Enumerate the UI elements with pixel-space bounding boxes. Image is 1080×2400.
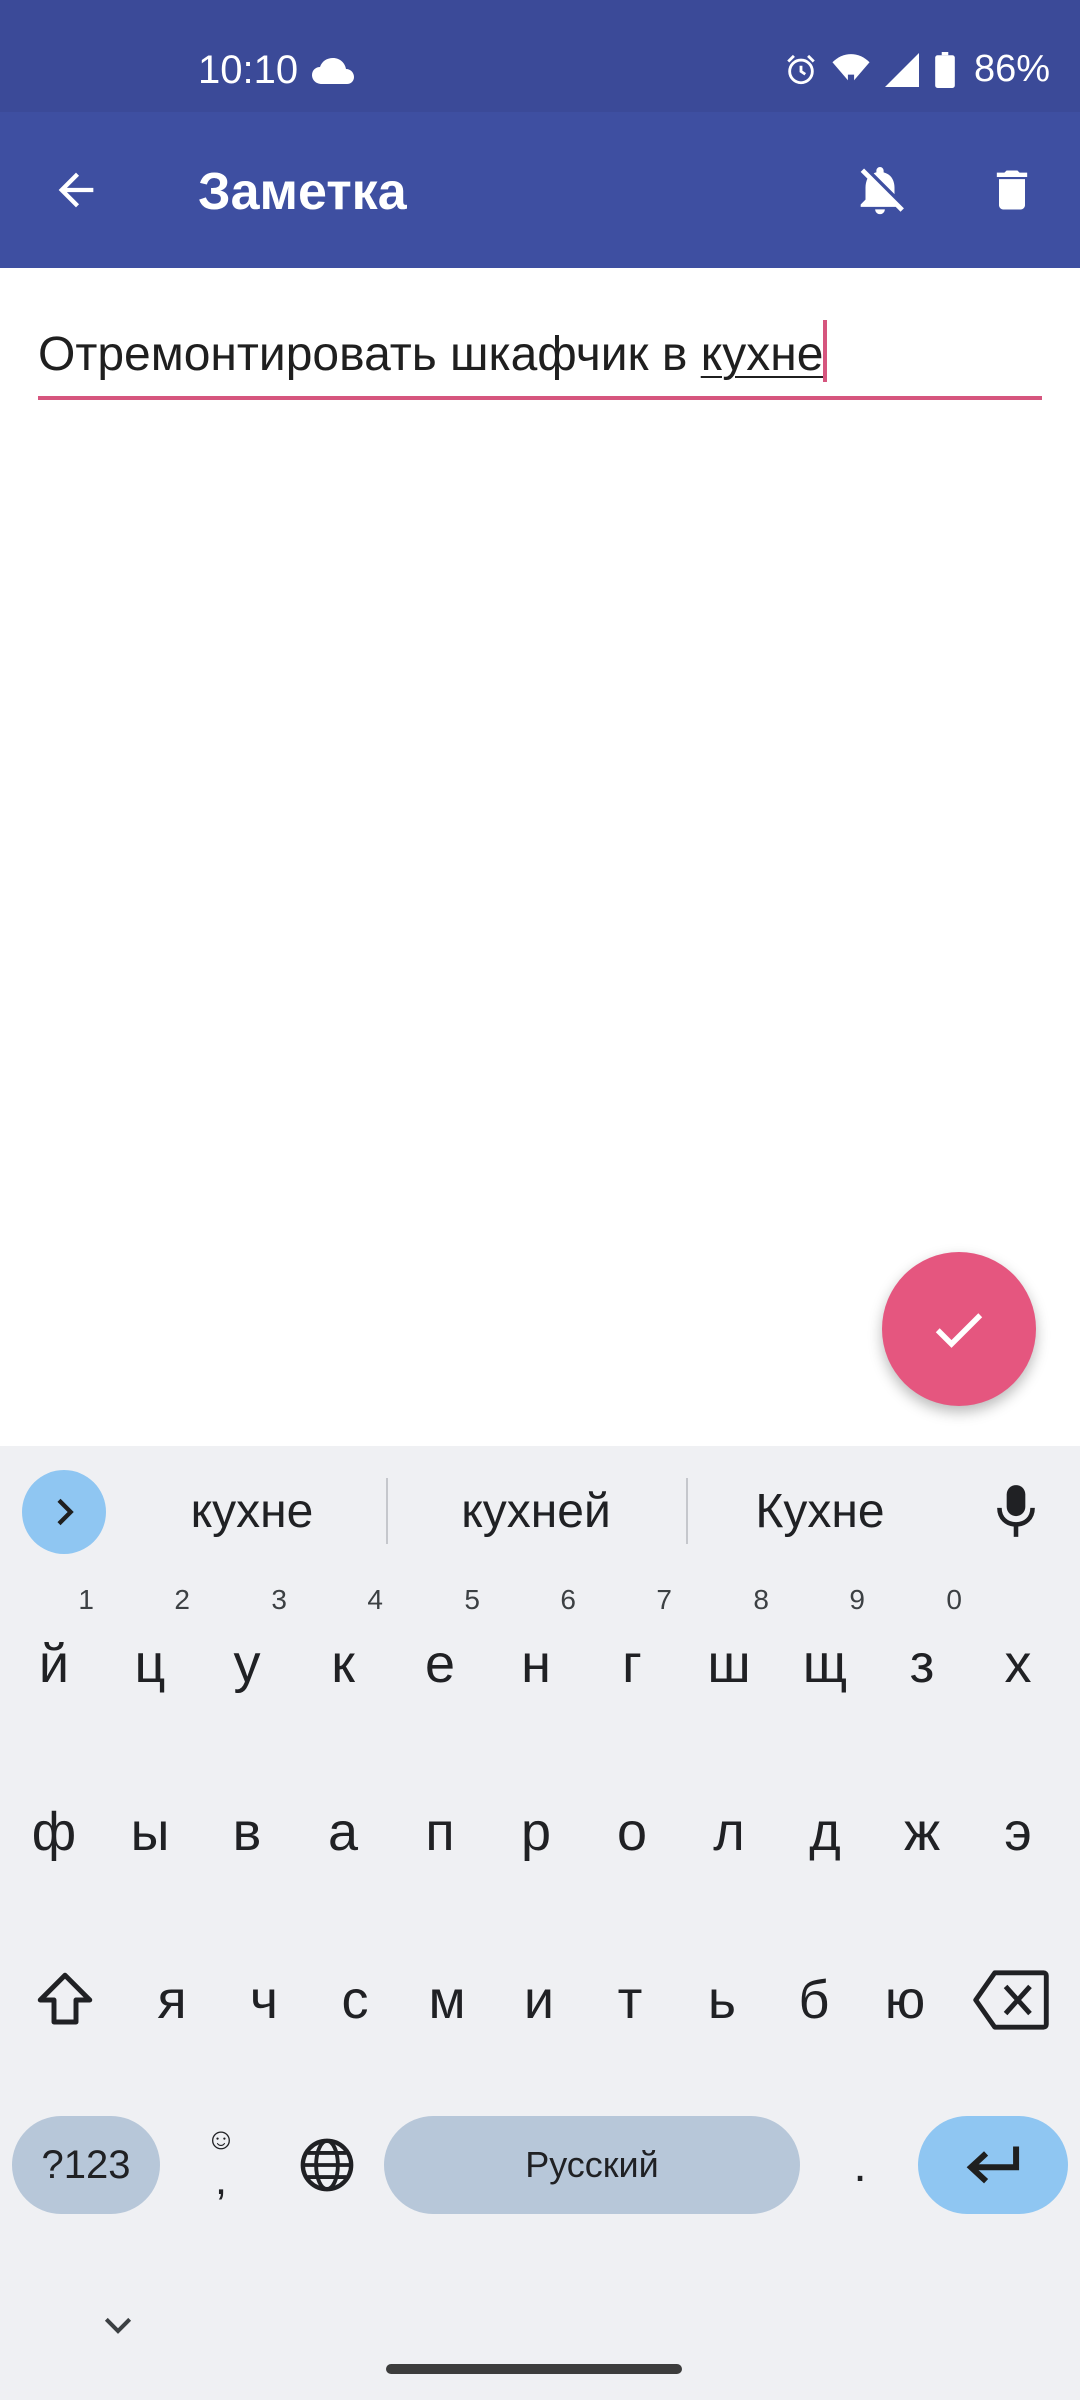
- key[interactable]: н6: [488, 1584, 584, 1744]
- globe-icon: [300, 2138, 354, 2192]
- key[interactable]: ц2: [102, 1584, 198, 1744]
- key[interactable]: л: [681, 1752, 777, 1912]
- mic-icon: [997, 1485, 1035, 1537]
- key[interactable]: д: [777, 1752, 873, 1912]
- composing-word: кухне: [700, 328, 824, 381]
- key-row-3: я ч с м и т ь б ю: [0, 1920, 1080, 2080]
- key[interactable]: у3: [199, 1584, 295, 1744]
- suggestion-divider: [386, 1478, 388, 1544]
- space-key[interactable]: Русский: [384, 2116, 800, 2214]
- suggestion-2[interactable]: кухней: [410, 1484, 662, 1539]
- keyboard: кухне кухней Кухне й1 ц2 у3 к4 е5 н6 г7 …: [0, 1446, 1080, 2400]
- suggestion-strip: кухне кухней Кухне: [0, 1446, 1080, 1576]
- key[interactable]: т: [582, 1920, 678, 2080]
- key[interactable]: ь: [674, 1920, 770, 2080]
- alarm-icon: [787, 54, 815, 84]
- backspace-icon: [973, 1970, 1049, 2030]
- check-icon: [935, 1313, 983, 1348]
- key[interactable]: ж: [874, 1752, 970, 1912]
- status-time: 10:10: [198, 48, 299, 92]
- key[interactable]: и: [491, 1920, 587, 2080]
- key[interactable]: в: [199, 1752, 295, 1912]
- arrow-back-icon: [58, 172, 94, 208]
- suggestion-1[interactable]: кухне: [140, 1484, 364, 1539]
- battery-percent: 86%: [973, 48, 1050, 90]
- enter-icon: [966, 2146, 1020, 2184]
- comma-label: ,: [214, 2155, 228, 2204]
- key[interactable]: п: [392, 1752, 488, 1912]
- cloud-icon: [312, 58, 354, 84]
- shift-icon: [37, 1972, 93, 2025]
- period-key[interactable]: .: [830, 2116, 890, 2214]
- chevron-right-icon: [57, 1498, 74, 1526]
- key[interactable]: к4: [295, 1584, 391, 1744]
- text-cursor: [823, 320, 828, 382]
- key[interactable]: е5: [392, 1584, 488, 1744]
- key[interactable]: э: [970, 1752, 1066, 1912]
- key[interactable]: р: [488, 1752, 584, 1912]
- key[interactable]: с: [307, 1920, 403, 2080]
- symbols-key[interactable]: ?123: [12, 2116, 160, 2214]
- key[interactable]: б: [766, 1920, 862, 2080]
- voice-input-button[interactable]: [984, 1480, 1048, 1544]
- suggestion-divider: [686, 1478, 688, 1544]
- key[interactable]: ю: [857, 1920, 953, 2080]
- note-text-field[interactable]: Отремонтировать шкафчик в кухне: [38, 320, 1042, 400]
- battery-icon: [935, 51, 955, 88]
- key[interactable]: ы: [102, 1752, 198, 1912]
- back-button[interactable]: [36, 150, 116, 230]
- key[interactable]: й1: [6, 1584, 102, 1744]
- status-icons: 86%: [784, 48, 1050, 91]
- key[interactable]: ч: [216, 1920, 312, 2080]
- key[interactable]: а: [295, 1752, 391, 1912]
- chevron-down-icon: [104, 2317, 132, 2334]
- page-title: Заметка: [198, 163, 407, 221]
- keyboard-expand-button[interactable]: [22, 1470, 106, 1554]
- key[interactable]: м: [399, 1920, 495, 2080]
- key[interactable]: я: [124, 1920, 220, 2080]
- app-bar: Заметка: [0, 112, 1080, 268]
- hide-keyboard-button[interactable]: [88, 2304, 148, 2348]
- key-row-2: ф ы в а п р о л д ж э: [0, 1752, 1080, 1912]
- delete-icon: [996, 170, 1028, 210]
- shift-key[interactable]: [10, 1920, 120, 2080]
- key[interactable]: х: [970, 1584, 1066, 1744]
- home-indicator[interactable]: [386, 2364, 682, 2374]
- emoji-icon: ☺: [205, 2123, 237, 2156]
- enter-key[interactable]: [918, 2116, 1068, 2214]
- key[interactable]: щ9: [777, 1584, 873, 1744]
- status-bar: 10:10 86%: [0, 0, 1080, 112]
- wifi-icon: [832, 53, 870, 87]
- backspace-key[interactable]: [956, 1920, 1066, 2080]
- key-row-1: й1 ц2 у3 к4 е5 н6 г7 ш8 щ9 з0 х: [0, 1584, 1080, 1744]
- comma-emoji-key[interactable]: ☺ ,: [186, 2110, 256, 2220]
- bell-off-icon: [860, 167, 904, 215]
- delete-button[interactable]: [972, 150, 1052, 230]
- key[interactable]: о: [584, 1752, 680, 1912]
- note-text: Отремонтировать шкафчик в: [38, 328, 701, 381]
- signal-icon: [884, 52, 919, 87]
- key[interactable]: ш8: [681, 1584, 777, 1744]
- save-fab[interactable]: [882, 1252, 1036, 1406]
- reminder-off-button[interactable]: [840, 150, 920, 230]
- suggestion-3[interactable]: Кухне: [706, 1484, 934, 1539]
- key-row-bottom: ?123 ☺ , Русский .: [0, 2110, 1080, 2230]
- key[interactable]: г7: [584, 1584, 680, 1744]
- key[interactable]: ф: [6, 1752, 102, 1912]
- key[interactable]: з0: [874, 1584, 970, 1744]
- language-switch-key[interactable]: [282, 2116, 372, 2214]
